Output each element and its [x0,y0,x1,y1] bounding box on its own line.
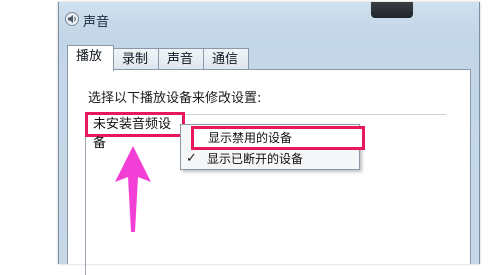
menu-item-label: 显示禁用的设备 [208,131,293,145]
pointer-arrow-icon [115,146,151,232]
menu-item-show-disabled[interactable]: 显示禁用的设备 [191,126,365,150]
instruction-text: 选择以下播放设备来修改设置: [88,91,262,106]
window-title: 声音 [83,15,110,30]
title-bar: 声音 [59,2,479,34]
context-menu: 显示禁用的设备 ✓ 显示已断开的设备 [180,124,365,170]
tab-communications[interactable]: 通信 [203,48,249,69]
checkmark-icon: ✓ [186,151,197,166]
close-button[interactable] [371,2,413,18]
menu-item-show-disconnected[interactable]: ✓ 显示已断开的设备 [181,149,359,169]
tab-playback[interactable]: 播放 [67,45,114,71]
tab-recording[interactable]: 录制 [113,48,159,69]
speaker-icon [65,12,79,26]
no-device-label[interactable]: 未安装音频设备 [85,112,185,151]
tab-sounds[interactable]: 声音 [158,48,204,69]
menu-item-label: 显示已断开的设备 [207,152,304,166]
